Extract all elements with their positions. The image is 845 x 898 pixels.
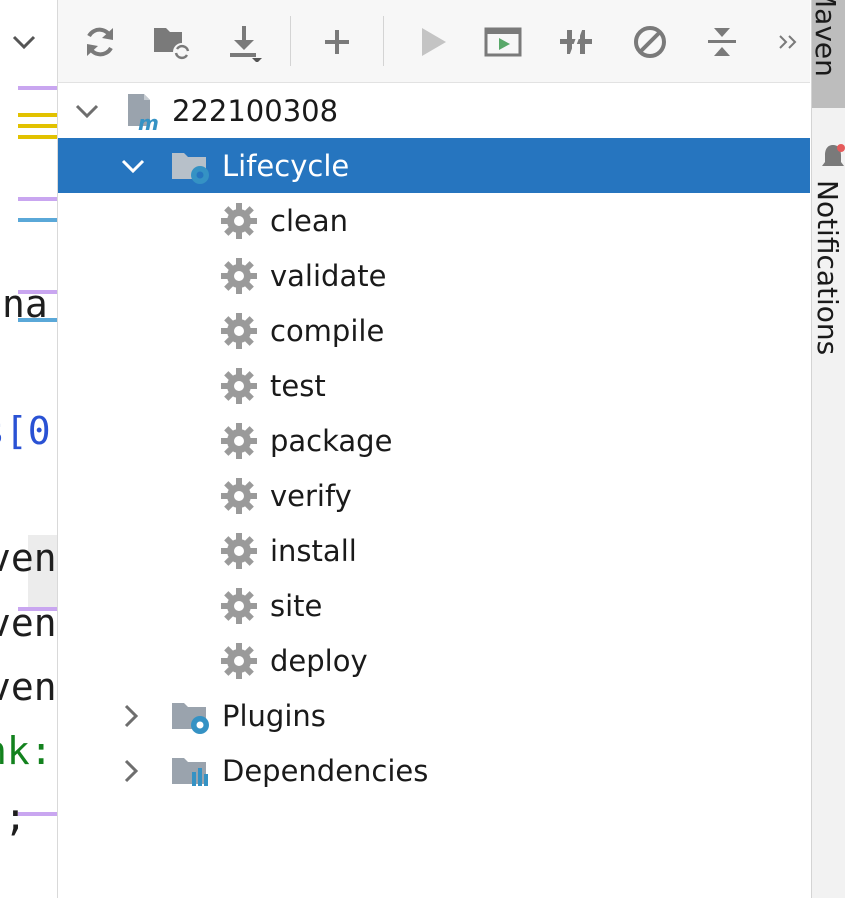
run-config-button[interactable] [481,20,525,64]
gear-icon [221,312,257,349]
code-fragment: s[0 [0,409,51,453]
chevrons-right-icon [779,35,797,49]
skip-icon [634,26,666,58]
code-fragment: ven [0,665,57,709]
tree-node-lifecycle[interactable]: Lifecycle [58,138,810,193]
folder-refresh-icon [154,28,191,61]
chevron-down-icon[interactable] [118,151,148,181]
gear-icon [221,642,257,679]
generate-sources-button[interactable] [150,20,194,64]
tree-node-dependencies[interactable]: Dependencies [58,743,810,798]
maven-module-icon: m [128,93,159,132]
tree-node-goal[interactable]: site [58,578,810,633]
tree-node-plugins[interactable]: Plugins [58,688,810,743]
chevron-down-icon[interactable] [72,96,102,126]
gear-icon [221,422,257,459]
tree-node-goal[interactable]: compile [58,303,810,358]
goal-label: site [270,588,323,623]
maven-project-tree: m 222100308 Lifecycle clean validate com… [58,83,810,898]
reload-icon [87,27,113,57]
gear-icon [221,587,257,624]
run-window-icon [484,27,522,57]
tree-node-goal[interactable]: clean [58,193,810,248]
folder-gear-icon [172,152,209,184]
collapse-icon [708,28,736,56]
notifications-tab-label[interactable]: Notifications [811,180,844,355]
tree-node-goal[interactable]: verify [58,468,810,523]
dependencies-label: Dependencies [222,753,429,788]
code-fragment: nk: [0,729,53,773]
goal-label: verify [270,478,352,513]
collapse-all-button[interactable] [700,20,744,64]
gear-icon [221,202,257,239]
skip-tests-button[interactable] [628,20,672,64]
tree-node-project[interactable]: m 222100308 [58,83,810,138]
download-button[interactable] [222,20,266,64]
goal-label: validate [270,258,387,293]
goal-label: deploy [270,643,368,678]
chevron-down-icon[interactable] [10,28,38,56]
offline-icon [560,25,592,59]
play-icon [422,28,446,56]
add-button[interactable] [315,20,359,64]
code-fragment: ; [4,795,27,839]
bell-icon[interactable] [820,142,845,172]
gear-icon [221,477,257,514]
code-fragment: ven [0,601,57,645]
more-button[interactable] [766,20,810,64]
toggle-offline-button[interactable] [554,20,598,64]
svg-text:m: m [138,111,159,132]
right-tool-strip: Maven Notifications [811,0,845,898]
plugins-label: Plugins [222,698,326,733]
goal-label: compile [270,313,385,348]
gear-icon [221,532,257,569]
gear-icon [221,367,257,404]
maven-tab-label: Maven [812,0,842,77]
code-fragment: ven [0,536,57,580]
download-icon [230,26,262,62]
tree-node-goal[interactable]: test [58,358,810,413]
run-button[interactable] [410,20,454,64]
plus-icon [325,30,349,54]
project-name: 222100308 [172,93,339,128]
folder-gear-icon [172,702,209,734]
maven-toolbar [58,0,810,83]
tree-node-goal[interactable]: package [58,413,810,468]
tree-node-goal[interactable]: install [58,523,810,578]
maven-tool-tab[interactable]: Maven [812,0,845,108]
folder-chart-icon [172,757,208,786]
goal-label: clean [270,203,348,238]
goal-label: test [270,368,326,403]
goal-label: install [270,533,357,568]
gear-icon [221,257,257,294]
tree-node-goal[interactable]: validate [58,248,810,303]
tree-node-goal[interactable]: deploy [58,633,810,688]
reload-button[interactable] [78,20,122,64]
chevron-right-icon[interactable] [116,756,146,786]
lifecycle-label: Lifecycle [222,148,350,183]
goal-label: package [270,423,393,458]
code-editor-gutter: na s[0 ven ven ven nk: ; [0,0,58,898]
chevron-right-icon[interactable] [116,701,146,731]
